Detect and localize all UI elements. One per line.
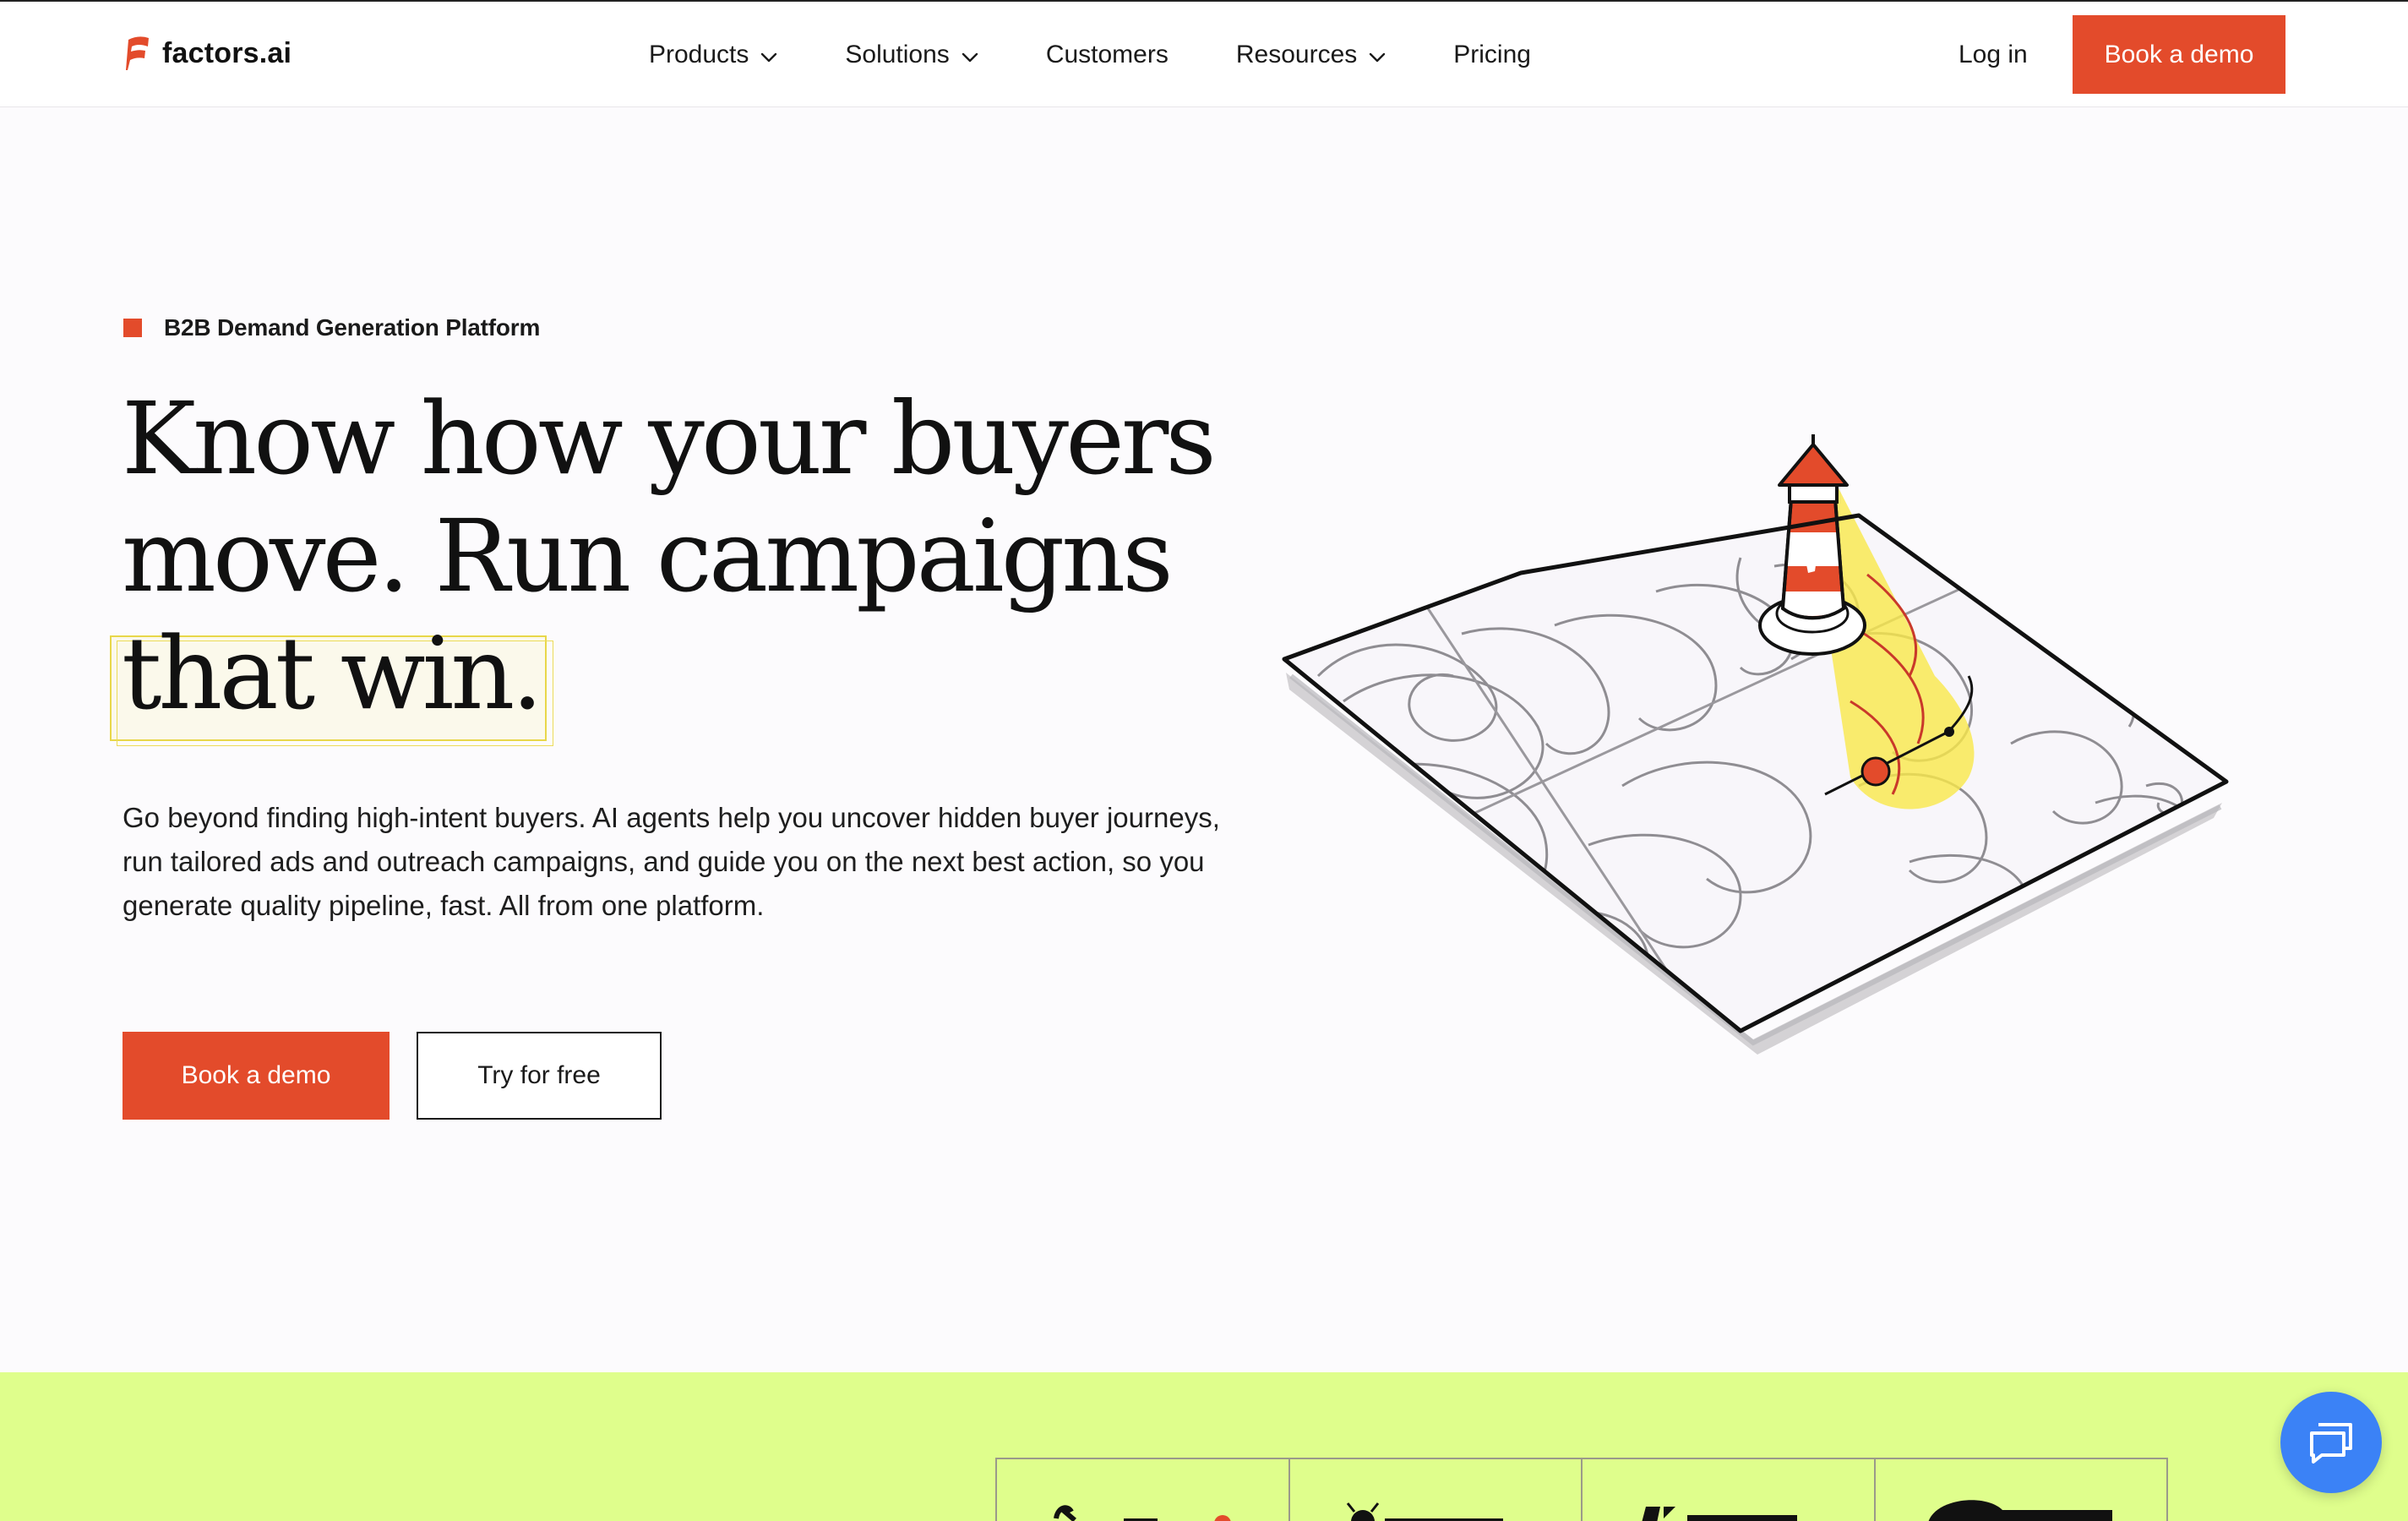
main-nav: Products Solutions Customers Resources P… [649,35,1599,74]
nav-products[interactable]: Products [649,41,777,69]
customer-logo-cell [1876,1459,2167,1521]
nav-products-label: Products [649,41,749,68]
lighthouse-map-illustration [1282,434,2229,1055]
chevron-down-icon [1369,41,1386,69]
customer-logo-2 [1346,1502,1503,1521]
customer-logo-4 [1928,1500,2112,1521]
top-navbar: factors.ai Products Solutions Customers … [0,0,2408,107]
login-link[interactable]: Log in [1959,35,2028,74]
chevron-down-icon [760,41,777,69]
headline-line-1: Know how your buyers [122,380,1217,497]
headline-line-3: that win. [122,615,543,732]
nav-solutions[interactable]: Solutions [845,41,978,69]
headline-line-3-wrap: that win. [110,615,1220,746]
nav-resources[interactable]: Resources [1236,41,1386,69]
logo-text: factors.ai [162,36,292,69]
customer-logo-cell [997,1459,1290,1521]
hero-book-demo-button[interactable]: Book a demo [123,1032,390,1120]
nav-solutions-label: Solutions [845,41,950,68]
nav-pricing-label: Pricing [1453,41,1531,68]
try-for-free-button[interactable]: Try for free [417,1032,662,1120]
customer-logo-cell [1290,1459,1583,1521]
factors-logo[interactable]: factors.ai [125,32,291,74]
hero-tag-text: B2B Demand Generation Platform [164,314,541,341]
customer-logo-3 [1642,1507,1797,1521]
hero-headline: Know how your buyers move. Run campaigns… [110,380,1220,746]
customer-logo-cell [1583,1459,1876,1521]
nav-resources-label: Resources [1235,41,1358,68]
customer-logo-1 [1054,1505,1231,1521]
hero-tag: B2B Demand Generation Platform [123,314,540,341]
nav-pricing[interactable]: Pricing [1453,41,1531,69]
headline-highlight: that win. [110,615,553,746]
hero-description: Go beyond finding high-intent buyers. AI… [123,802,1220,921]
nav-customers[interactable]: Customers [1046,41,1169,69]
tag-square-icon [123,319,142,337]
factors-flag-icon [126,36,149,70]
nav-customers-label: Customers [1045,41,1169,68]
customer-logos-strip [995,1458,2168,1521]
chat-bubble-icon [2310,1423,2352,1464]
chat-widget-button[interactable] [2280,1392,2382,1493]
nav-book-demo-button[interactable]: Book a demo [2073,15,2285,94]
chevron-down-icon [962,41,978,69]
headline-line-2: move. Run campaigns [122,498,1174,614]
